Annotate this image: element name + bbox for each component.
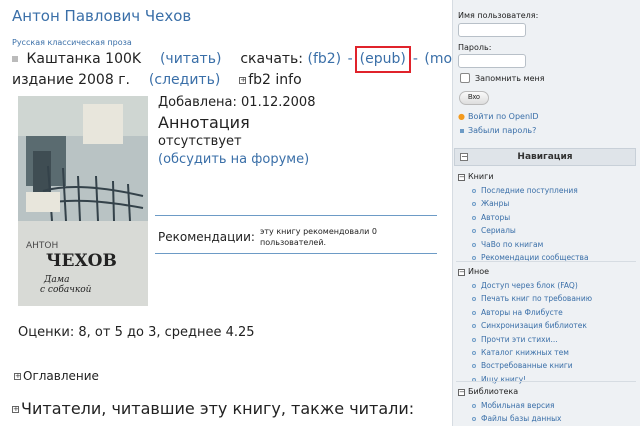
expand-icon[interactable]: + [239, 76, 247, 84]
annotation-text: отсутствует [158, 134, 242, 149]
password-input[interactable] [458, 54, 526, 68]
openid-icon: ● [458, 112, 465, 121]
book-title-row: Каштанка 100K (читать) скачать: (fb2) -(… [12, 46, 470, 73]
fb2-info-toggle[interactable]: fb2 info [248, 72, 301, 88]
collapse-icon[interactable]: − [460, 153, 468, 161]
navigation-header: Навигация [454, 148, 636, 166]
nav-item-link[interactable]: Сериалы [481, 226, 516, 235]
nav-item-link[interactable]: ЧаВо по книгам [481, 240, 543, 249]
recommendations-text: эту книгу рекомендовали 0 пользователей. [260, 227, 377, 247]
bullet-icon [472, 351, 476, 355]
divider [155, 215, 437, 216]
separator: - [412, 51, 418, 67]
remember-me-label: Запомнить меня [475, 74, 545, 83]
forgot-password-link[interactable]: Забыли пароль? [468, 126, 536, 135]
read-link[interactable]: (читать) [160, 51, 221, 67]
bullet-icon [472, 310, 476, 315]
bullet-icon [12, 56, 18, 62]
recommendations-label: Рекомендации: [158, 230, 255, 244]
nav-item-link[interactable]: Синхронизация библиотек [481, 321, 587, 330]
bullet-icon [472, 284, 476, 288]
collapse-icon[interactable]: − [458, 389, 465, 396]
author-link[interactable]: Антон Павлович Чехов [12, 7, 191, 25]
ratings-text: Оценки: 8, от 5 до 3, среднее 4.25 [18, 325, 255, 340]
nav-item-link[interactable]: Востребованные книги [481, 361, 573, 370]
nav-item-link[interactable]: Авторы на Флибусте [481, 308, 563, 317]
nav-item-link[interactable]: Ищу книгу! [481, 375, 526, 384]
epub-highlight-box: (epub) [354, 46, 411, 73]
login-button[interactable]: Вхо [459, 91, 489, 105]
nav-item-link[interactable]: Печать книг по требованию [481, 294, 592, 303]
nav-section-title[interactable]: Библиотека [468, 387, 518, 396]
discuss-forum-link[interactable]: (обсудить на форуме) [158, 150, 315, 170]
bullet-icon [472, 242, 476, 247]
book-info: Добавлена: 01.12.2008 Аннотация отсутств… [158, 95, 315, 170]
collapse-icon[interactable]: − [458, 269, 465, 276]
download-epub-link[interactable]: (epub) [360, 51, 406, 67]
cover-author-text: АНТОН [26, 241, 58, 251]
nav-item-link[interactable]: Авторы [481, 213, 510, 222]
nav-item-link[interactable]: Каталог книжных тем [481, 348, 569, 357]
bullet-icon [460, 129, 464, 133]
bullet-icon [472, 189, 476, 193]
separator: - [347, 51, 353, 67]
bullet-icon [472, 337, 476, 342]
nav-item-link[interactable]: Файлы базы данных [481, 414, 562, 423]
divider [456, 261, 636, 262]
nav-section-title[interactable]: Книги [468, 172, 494, 181]
bullet-icon [472, 256, 476, 260]
book-title: Каштанка 100K [26, 51, 142, 67]
toc-label[interactable]: Оглавление [23, 369, 99, 383]
edition-row: издание 2008 г. (следить) + fb2 info [12, 72, 302, 88]
nav-item-link[interactable]: Доступ через блок (FAQ) [481, 281, 578, 290]
main-content: Антон Павлович Чехов Русская классическа… [0, 0, 470, 426]
bullet-icon [472, 404, 476, 408]
edition-text: издание 2008 г. [12, 72, 131, 88]
nav-item-link[interactable]: Прочти эти стихи... [481, 335, 558, 344]
username-input[interactable] [458, 23, 526, 37]
password-label: Пароль: [458, 43, 492, 52]
toc-toggle-row[interactable]: + Оглавление [14, 369, 99, 383]
readers-also-read-row[interactable]: + Читатели, читавшие эту книгу, также чит… [12, 399, 414, 418]
collapse-icon[interactable]: − [458, 174, 465, 181]
download-label: скачать: [240, 51, 304, 67]
expand-icon[interactable]: + [14, 373, 21, 380]
added-date: Добавлена: 01.12.2008 [158, 95, 316, 110]
divider [155, 253, 437, 254]
annotation-heading: Аннотация [158, 113, 250, 132]
genre-link[interactable]: Русская классическая проза [12, 38, 132, 47]
nav-item-link[interactable]: Мобильная версия [481, 401, 554, 410]
book-cover-image[interactable]: АНТОН ЧЕХОВ Дама с собачкой [18, 96, 148, 306]
divider [456, 381, 636, 382]
bullet-icon [472, 215, 476, 220]
openid-login-link[interactable]: Войти по OpenID [468, 112, 539, 121]
cover-illustration: АНТОН ЧЕХОВ Дама с собачкой [18, 96, 148, 306]
cover-title-line1: Дама [43, 275, 70, 285]
download-fb2-link[interactable]: (fb2) [307, 51, 341, 67]
expand-icon[interactable]: + [12, 406, 19, 413]
readers-also-read-label[interactable]: Читатели, читавшие эту книгу, также чита… [21, 399, 414, 418]
username-label: Имя пользователя: [458, 11, 539, 20]
remember-me-checkbox[interactable] [460, 73, 470, 83]
nav-item-link[interactable]: Жанры [481, 199, 509, 208]
nav-section-title[interactable]: Иное [468, 267, 489, 276]
cover-title-line2: с собачкой [40, 284, 92, 295]
cover-surname-text: ЧЕХОВ [46, 251, 117, 271]
nav-item-link[interactable]: Последние поступления [481, 186, 578, 195]
follow-link[interactable]: (следить) [149, 72, 220, 88]
